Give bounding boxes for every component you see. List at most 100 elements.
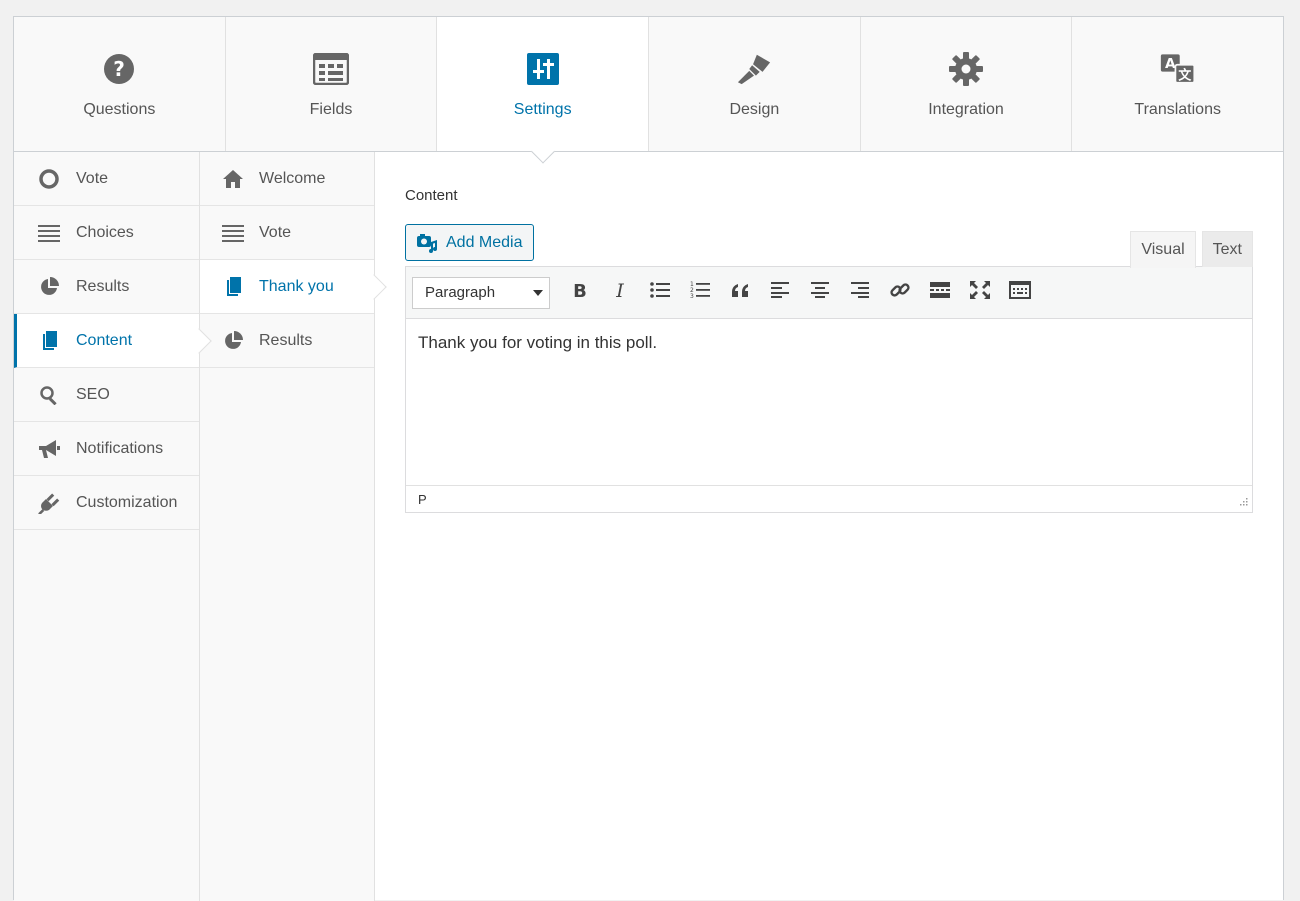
bold-button[interactable]: B <box>560 277 600 309</box>
top-tabs: ? Questions Fields Settings Design Integ… <box>14 17 1284 152</box>
left-item-results[interactable]: Results <box>14 260 199 314</box>
align-left-icon <box>771 282 789 303</box>
left-item-label: Vote <box>76 169 109 187</box>
svg-text:I: I <box>615 281 624 299</box>
left-item-notifications[interactable]: Notifications <box>14 422 199 476</box>
home-icon <box>222 168 244 190</box>
add-media-icon <box>416 233 438 253</box>
align-center-icon <box>811 282 829 303</box>
left-item-label: Content <box>76 331 133 349</box>
left-item-label: Results <box>76 277 130 295</box>
plug-icon <box>38 492 60 514</box>
tab-label: Integration <box>928 101 1004 118</box>
editor-toolbar: Paragraph B I 123 <box>406 267 1252 319</box>
keyboard-icon <box>1009 281 1031 304</box>
content-panel: Content Add Media Visual Text Paragraph <box>405 187 1253 513</box>
element-path[interactable]: P <box>418 492 427 507</box>
tab-visual[interactable]: Visual <box>1130 231 1196 268</box>
tab-integration[interactable]: Integration <box>860 17 1073 151</box>
tab-label: Settings <box>513 101 572 118</box>
question-circle-icon: ? <box>101 51 137 87</box>
left-item-content[interactable]: Content <box>14 314 199 368</box>
align-right-icon <box>851 282 869 303</box>
gear-icon <box>948 51 984 87</box>
tab-settings[interactable]: Settings <box>437 17 650 151</box>
toolbar-toggle-button[interactable] <box>1000 277 1040 309</box>
caret-down-icon <box>533 289 543 296</box>
svg-text:文: 文 <box>1178 67 1191 83</box>
tab-fields[interactable]: Fields <box>225 17 438 151</box>
link-icon <box>889 279 911 306</box>
poll-editor-frame: ? Questions Fields Settings Design Integ… <box>13 16 1284 901</box>
sub-item-vote[interactable]: Vote <box>200 206 374 260</box>
editor-mode-tabs: Visual Text <box>1124 231 1253 268</box>
align-right-button[interactable] <box>840 277 880 309</box>
list-icon <box>222 222 244 244</box>
left-item-seo[interactable]: SEO <box>14 368 199 422</box>
left-item-vote[interactable]: Vote <box>14 152 199 206</box>
fields-table-icon <box>313 51 349 87</box>
left-item-choices[interactable]: Choices <box>14 206 199 260</box>
blockquote-button[interactable] <box>720 277 760 309</box>
svg-text:?: ? <box>114 57 126 81</box>
bulleted-list-button[interactable] <box>640 277 680 309</box>
tab-label: Questions <box>83 101 156 118</box>
left-menu: Vote Choices Results Content SEO Notific… <box>14 152 200 901</box>
tab-questions[interactable]: ? Questions <box>14 17 226 151</box>
sub-item-welcome[interactable]: Welcome <box>200 152 374 206</box>
tab-label: Translations <box>1134 101 1221 118</box>
megaphone-icon <box>38 438 60 460</box>
sub-item-label: Vote <box>259 223 292 241</box>
sub-item-label: Results <box>259 331 313 349</box>
italic-button[interactable]: I <box>600 277 640 309</box>
left-item-label: Customization <box>76 493 178 511</box>
bold-icon: B <box>572 281 588 304</box>
left-item-label: Notifications <box>76 439 164 457</box>
circle-icon <box>38 168 60 190</box>
quote-icon <box>730 282 750 303</box>
editor-status-bar: P <box>406 485 1252 512</box>
bulleted-list-icon <box>650 282 670 303</box>
numbered-list-button[interactable]: 123 <box>680 277 720 309</box>
sub-item-label: Thank you <box>259 277 334 295</box>
add-media-button[interactable]: Add Media <box>405 224 534 261</box>
sub-menu: Welcome Vote Thank you Results <box>200 152 375 901</box>
svg-text:A: A <box>1165 56 1176 72</box>
insert-link-button[interactable] <box>880 277 920 309</box>
content-field-label: Content <box>405 187 458 204</box>
left-item-label: SEO <box>76 385 110 403</box>
align-center-button[interactable] <box>800 277 840 309</box>
fullscreen-icon <box>970 281 990 304</box>
tab-translations[interactable]: A文 Translations <box>1072 17 1284 151</box>
read-more-icon <box>930 282 950 303</box>
rich-text-editor: Paragraph B I 123 Thank you for voting i… <box>405 266 1253 513</box>
brush-icon <box>736 51 772 87</box>
italic-icon: I <box>612 280 628 304</box>
resize-handle-icon[interactable] <box>1238 494 1248 509</box>
add-media-label: Add Media <box>446 233 523 251</box>
sub-item-thank-you[interactable]: Thank you <box>200 260 374 314</box>
settings-sliders-icon <box>525 51 561 87</box>
sub-item-label: Welcome <box>259 169 326 187</box>
editor-top-bar: Add Media Visual Text <box>405 224 1253 268</box>
svg-text:3: 3 <box>690 293 694 299</box>
list-icon <box>38 222 60 244</box>
tab-text[interactable]: Text <box>1201 231 1253 267</box>
tab-label: Fields <box>309 101 353 118</box>
copy-icon <box>222 276 244 298</box>
fullscreen-button[interactable] <box>960 277 1000 309</box>
pie-chart-icon <box>222 330 244 352</box>
translation-icon: A文 <box>1160 51 1196 87</box>
left-item-label: Choices <box>76 223 134 241</box>
sub-item-results[interactable]: Results <box>200 314 374 368</box>
tab-design[interactable]: Design <box>649 17 861 151</box>
read-more-button[interactable] <box>920 277 960 309</box>
editor-content-area[interactable]: Thank you for voting in this poll. <box>406 319 1252 485</box>
align-left-button[interactable] <box>760 277 800 309</box>
format-select-value: Paragraph <box>425 284 496 301</box>
pie-chart-icon <box>38 276 60 298</box>
numbered-list-icon: 123 <box>690 281 710 304</box>
left-item-customization[interactable]: Customization <box>14 476 199 530</box>
format-select[interactable]: Paragraph <box>412 276 550 309</box>
copy-icon <box>38 330 60 352</box>
